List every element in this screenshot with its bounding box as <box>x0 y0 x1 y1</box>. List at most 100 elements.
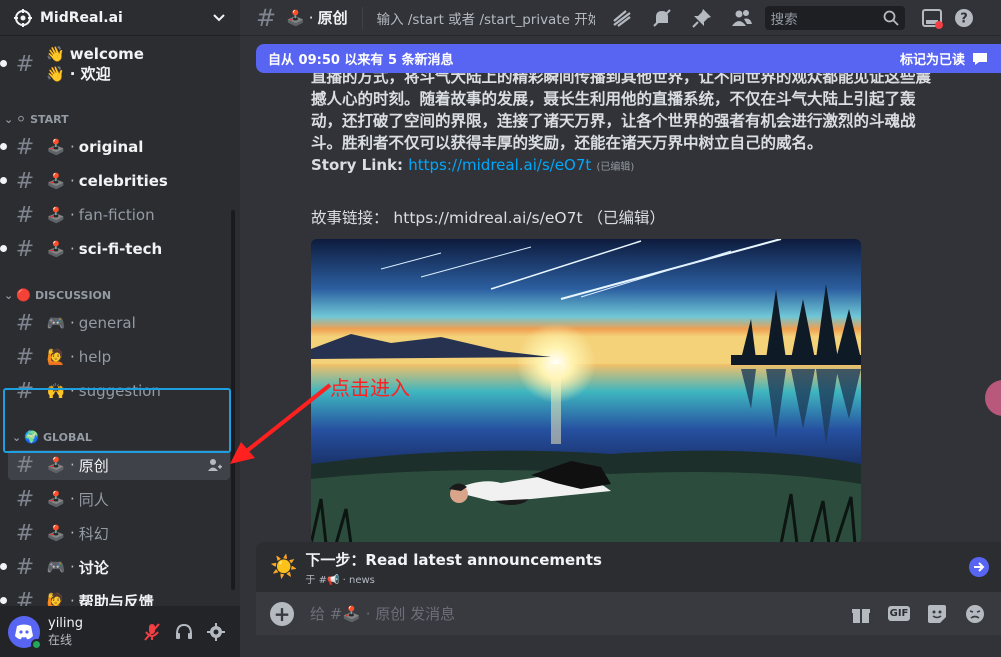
settings-button[interactable] <box>200 616 232 648</box>
inbox-icon <box>921 8 943 29</box>
message-text-line: 撼人心的时刻。随着故事的发展，聂长生利用他的直播系统，不仅在斗气大陆上引起了轰 <box>311 90 916 108</box>
pinned-messages-button[interactable] <box>689 6 715 30</box>
threads-button[interactable] <box>609 6 635 30</box>
mic-muted-icon <box>144 622 160 641</box>
pin-icon <box>691 8 711 28</box>
separator: · <box>70 490 75 508</box>
channel-emoji: 👋 <box>46 65 65 83</box>
server-name: MidReal.ai <box>40 9 123 26</box>
category-start[interactable]: ⌄ ⚪ START <box>4 112 69 126</box>
separator: · <box>70 240 75 258</box>
gamepad-icon: 🎮 <box>46 558 66 576</box>
raising-hand-icon: 🙋 <box>46 592 66 606</box>
gift-icon <box>852 608 870 623</box>
mark-as-read-button[interactable]: 标记为已读 <box>900 49 989 68</box>
channel-kehuan[interactable]: # 🕹️ · 科幻 <box>8 518 230 548</box>
next-step-sub-prefix: 于 # <box>305 574 327 586</box>
category-discussion[interactable]: ⌄ 🔴 DISCUSSION <box>4 288 111 302</box>
side-tab[interactable] <box>985 380 1001 416</box>
category-label: DISCUSSION <box>34 288 112 302</box>
channel-header: # 🕹️ · 原创 输入 /start 或者 /start_private 开始… <box>240 0 1001 36</box>
avatar[interactable] <box>8 615 42 650</box>
separator: · <box>342 574 346 586</box>
online-status-icon <box>31 638 42 650</box>
server-header[interactable]: MidReal.ai <box>0 0 240 36</box>
story-link-label: Story Link: <box>311 156 404 174</box>
category-emoji: ⚪ <box>16 112 27 126</box>
story-link-cn: 故事链接： https://midreal.ai/s/eO7t （已编辑） <box>311 209 665 227</box>
separator: · <box>70 206 75 224</box>
separator: · <box>70 314 75 332</box>
inbox-button[interactable] <box>919 6 945 30</box>
channel-name: celebrities <box>78 172 168 190</box>
deafen-button[interactable] <box>168 616 200 648</box>
raising-hand-icon: 🙋 <box>46 348 66 366</box>
next-step-title-text: Read latest announcements <box>365 550 602 569</box>
next-step-go-button[interactable] <box>969 557 989 577</box>
unread-dot <box>0 597 7 604</box>
channel-list: # 👋 welcome 👋 · 欢迎 ⌄ ⚪ START # 🕹️ · orig… <box>0 36 240 606</box>
channel-help[interactable]: # 🙋 · help <box>8 342 230 372</box>
channel-celebrities[interactable]: # 🕹️ · celebrities <box>0 166 230 196</box>
channel-name: welcome <box>69 45 144 63</box>
channel-general[interactable]: # 🎮 · general <box>8 308 230 338</box>
channel-fan-fiction[interactable]: # 🕹️ · fan-fiction <box>8 200 230 230</box>
channel-yuanchuang[interactable]: # 🕹️ · 原创 <box>8 450 230 480</box>
mute-button[interactable] <box>136 616 168 648</box>
unread-dot <box>0 563 7 570</box>
annotation-label: 点击进入 <box>330 376 410 400</box>
channel-original[interactable]: # 🕹️ · original <box>0 132 230 162</box>
message-text-line: 动，还打破了空间的界限，连接了诸天万界，让各个世界的强者有机会进行激烈的斗魂战 <box>311 112 916 130</box>
hash-icon: # <box>15 134 35 160</box>
help-button[interactable]: ? <box>951 6 977 30</box>
add-attachment-button[interactable]: + <box>270 601 294 626</box>
joystick-icon: 🕹️ <box>46 138 66 156</box>
channel-help-feedback[interactable]: # 🙋 · 帮助与反馈 <box>0 586 230 606</box>
hash-icon: # <box>15 202 35 228</box>
gift-button[interactable] <box>849 602 873 626</box>
joystick-icon: 🕹️ <box>46 172 66 190</box>
separator: · <box>308 8 314 27</box>
message-input[interactable]: 给 #🕹️ · 原创 发消息 <box>310 603 835 624</box>
message-text-line: 斗。胜利者不仅可以获得丰厚的奖励，还能在诸天万界中树立自己的威名。 <box>311 134 823 152</box>
channel-emoji: 👋 <box>46 45 65 63</box>
joystick-icon: 🕹️ <box>286 8 305 27</box>
channel-name: sci-fi-tech <box>78 240 163 258</box>
hash-icon: # <box>256 3 277 32</box>
channel-welcome[interactable]: # 👋 welcome 👋 · 欢迎 <box>0 42 230 86</box>
message-list[interactable]: 直播的方式，将斗气大陆上的精彩瞬间传播到其他世界，让不同世界的观众都能见证这些震… <box>240 36 985 542</box>
chevron-down-icon: ⌄ <box>4 112 14 126</box>
chevron-down-icon[interactable] <box>212 11 226 25</box>
joystick-icon: 🕹️ <box>46 240 66 258</box>
channel-name: 讨论 <box>78 558 109 577</box>
search-placeholder: 搜索 <box>770 11 798 28</box>
channel-sci-fi-tech[interactable]: # 🕹️ · sci-fi-tech <box>0 234 230 264</box>
next-step-prefix: 下一步： <box>305 550 366 569</box>
separator: · <box>70 592 75 606</box>
new-messages-banner[interactable]: 自从 09:50 以来有 5 条新消息 标记为已读 <box>256 44 1001 73</box>
hash-icon: # <box>15 520 35 546</box>
separator: · <box>69 65 76 83</box>
search-input[interactable]: 搜索 <box>764 5 905 30</box>
channel-topic[interactable]: 输入 /start 或者 /start_private 开始 <box>377 8 595 28</box>
channel-name: 欢迎 <box>80 65 111 83</box>
mark-as-read-label: 标记为已读 <box>899 53 965 68</box>
threads-icon <box>612 9 631 27</box>
help-icon: ? <box>954 8 973 27</box>
hash-icon: # <box>15 168 35 194</box>
next-step-bar[interactable]: ☀️ 下一步：Read latest announcements 于 #📢 · … <box>256 542 1001 592</box>
separator: · <box>70 558 75 576</box>
story-link[interactable]: https://midreal.ai/s/eO7t <box>408 156 591 174</box>
sticker-button[interactable] <box>925 602 949 626</box>
emoji-button[interactable] <box>963 602 987 626</box>
channel-tongren[interactable]: # 🕹️ · 同人 <box>8 484 230 514</box>
member-list-button[interactable] <box>729 6 755 30</box>
add-member-icon[interactable] <box>208 458 222 472</box>
channel-taolun[interactable]: # 🎮 · 讨论 <box>0 552 230 582</box>
gear-icon <box>207 622 225 641</box>
unread-dot <box>0 177 7 184</box>
bell-muted-icon <box>652 8 671 27</box>
joystick-icon: 🕹️ <box>46 206 66 224</box>
gif-button[interactable]: GIF <box>887 602 911 626</box>
notification-button[interactable] <box>649 6 675 30</box>
